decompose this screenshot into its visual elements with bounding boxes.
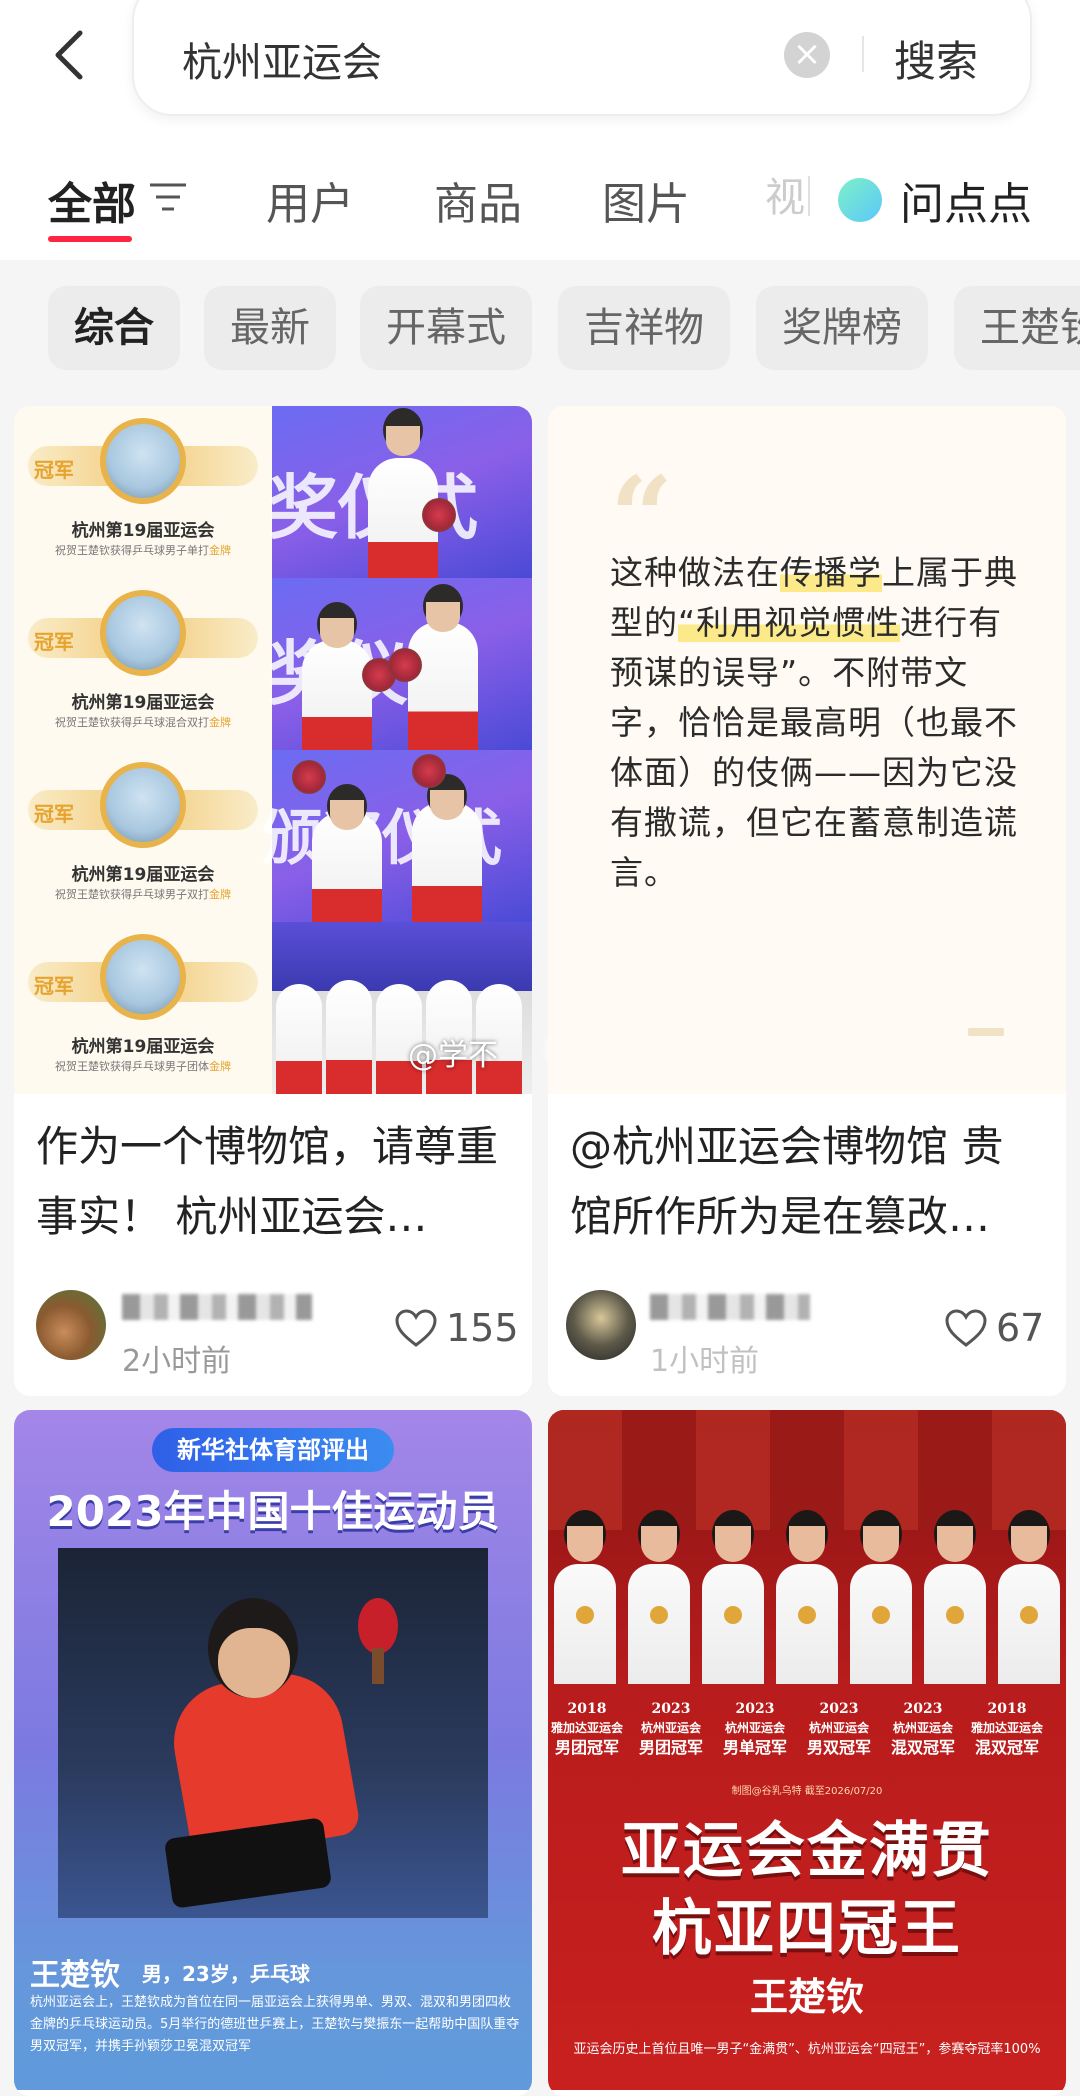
qa-label: 问点点 [900,179,1032,230]
image-watermark: @学不 [408,1038,498,1073]
note-title[interactable]: 作为一个博物馆，请尊重事实！ 杭州亚运会… [36,1112,510,1252]
medal-poster: 冠军 杭州第19届亚运会 祝贺王楚钦获得乒乓球男子单打金牌 [14,406,272,578]
note-card-4[interactable]: 2018 雅加达亚运会 男团冠军 2023 杭州亚运会 男团冠军 2023 杭州亚运会 男单… [548,1410,1066,2096]
filter-icon[interactable] [148,180,188,214]
like-button[interactable]: 67 [944,1306,1044,1350]
poster-name: 王楚钦 [749,1975,864,2019]
quote-image: “ 这种做法在传播学上属于典型的“利用视觉惯性进行有预谋的误导”。不附带文字，恰… [548,406,1066,1094]
medal-icon [100,934,186,1020]
chip-wang-chuqin[interactable]: 王楚钦 [954,286,1080,370]
clear-icon[interactable]: × [784,32,830,78]
post-time: 1小时前 [650,1344,760,1379]
tab-all[interactable]: 全部 [48,168,136,232]
filter-chips: 综合 最新 开幕式 吉祥物 奖牌榜 王楚钦 [0,260,1080,388]
medal-title: 杭州第19届亚运会 [71,865,215,885]
poster-pill: 新华社体育部评出 [152,1428,394,1472]
medal-poster: 冠军 杭州第19届亚运会 祝贺王楚钦获得乒乓球男子双打金牌 [14,750,272,922]
qa-bubble-icon [838,178,882,222]
badge-text: 冠军 [34,974,74,998]
note-card-2[interactable]: “ 这种做法在传播学上属于典型的“利用视觉惯性进行有预谋的误导”。不附带文字，恰… [548,406,1066,1396]
search-button[interactable]: 搜索 [894,28,978,89]
champion-poster: 2018 雅加达亚运会 男团冠军 2023 杭州亚运会 男团冠军 2023 杭州亚运会 男单… [548,1410,1066,2090]
tab-video-faded[interactable]: 视 [765,165,805,223]
tab-separator [808,176,810,216]
title-caption: 2018 雅加达亚运会 男团冠军 [550,1701,623,1757]
author-name-blurred[interactable] [122,1294,312,1320]
athlete-name: 王楚钦 [30,1958,120,1993]
medal-subtitle: 祝贺王楚钦获得乒乓球男子团体金牌 [55,1060,231,1073]
chip-medal-table[interactable]: 奖牌榜 [756,286,928,370]
medal-subtitle: 祝贺王楚钦获得乒乓球混合双打金牌 [55,716,231,729]
chip-latest[interactable]: 最新 [204,286,336,370]
title-caption: 2023 杭州亚运会 男单冠军 [722,1701,787,1757]
quote-text: 这种做法在传播学上属于典型的“利用视觉惯性进行有预谋的误导”。不附带文字，恰恰是… [610,553,1018,892]
badge-text: 冠军 [34,458,74,482]
poster-footnote: 亚运会历史上首位且唯一男子“金满贯”、杭州亚运会“四冠王”，参赛夺冠率100% [573,2042,1041,2057]
search-divider [862,36,864,72]
poster-headline-1: 亚运会金满贯 [621,1816,993,1886]
avatar[interactable] [36,1290,106,1360]
poster-title: 2023年中国十佳运动员 [46,1487,500,1536]
poster-headline-2: 杭亚四冠王 [652,1894,962,1964]
medal-icon [100,762,186,848]
paddle-icon [358,1598,398,1654]
medal-subtitle: 祝贺王楚钦获得乒乓球男子单打金牌 [55,544,231,557]
medal-icon [100,590,186,676]
quote-end-mark [968,1028,1004,1036]
heart-icon [395,1309,437,1347]
like-button[interactable]: 155 [394,1306,519,1350]
back-button[interactable] [40,20,100,90]
ceremony-photo: 奖仪式 [268,406,532,578]
medal-icon [100,418,186,504]
poster-source: 制图@谷乳乌特 截至2026/07/20 [731,1786,883,1797]
athlete-poster: 新华社体育部评出 2023年中国十佳运动员 王楚钦 男，23岁，乒乓球 杭州亚运… [14,1410,532,2090]
chip-mascot[interactable]: 吉祥物 [558,286,730,370]
ceremony-photo: 奖仪式 [268,578,532,750]
title-caption: 2023 杭州亚运会 男双冠军 [806,1701,871,1757]
note-card-3[interactable]: 新华社体育部评出 2023年中国十佳运动员 王楚钦 男，23岁，乒乓球 杭州亚运… [14,1410,532,2096]
athlete-meta: 男，23岁，乒乓球 [142,1962,310,1986]
active-tab-indicator [48,236,132,242]
post-time: 2小时前 [122,1344,232,1379]
ceremony-photo: 颁奖仪式 [262,750,532,922]
author-name-blurred[interactable] [650,1294,810,1320]
medal-graphics: 冠军 杭州第19届亚运会 祝贺王楚钦获得乒乓球男子单打金牌 冠军 杭州第19届亚… [14,406,272,1094]
medal-title: 杭州第19届亚运会 [71,1037,215,1057]
heart-icon [945,1309,987,1347]
tab-images[interactable]: 图片 [602,168,690,232]
tab-users[interactable]: 用户 [266,168,354,232]
chip-comprehensive[interactable]: 综合 [48,286,180,370]
note-card-1[interactable]: 冠军 杭州第19届亚运会 祝贺王楚钦获得乒乓球男子单打金牌 冠军 杭州第19届亚… [14,406,532,1396]
like-count: 155 [446,1306,519,1350]
title-caption: 2018 雅加达亚运会 混双冠军 [970,1701,1043,1757]
like-count: 67 [996,1306,1045,1350]
medal-poster: 冠军 杭州第19届亚运会 祝贺王楚钦获得乒乓球男子团体金牌 [14,922,272,1094]
medal-title: 杭州第19届亚运会 [71,693,215,713]
note-title[interactable]: @杭州亚运会博物馆 贵馆所作所为是在篡改… [570,1112,1044,1252]
search-box[interactable]: 杭州亚运会 × 搜索 [132,0,1032,116]
athlete-photo [58,1548,488,1918]
qa-button[interactable]: 问点点 [838,168,1032,232]
badge-text: 冠军 [34,630,74,654]
medal-subtitle: 祝贺王楚钦获得乒乓球男子双打金牌 [55,888,231,901]
chip-opening[interactable]: 开幕式 [360,286,532,370]
tab-products[interactable]: 商品 [434,168,522,232]
avatar[interactable] [566,1290,636,1360]
badge-text: 冠军 [34,802,74,826]
medal-title: 杭州第19届亚运会 [71,521,215,541]
athlete-description: 杭州亚运会上，王楚钦成为首位在同一届亚运会上获得男单、男双、混双和男团四枚金牌的… [30,1995,520,2054]
title-caption: 2023 杭州亚运会 混双冠军 [890,1701,955,1757]
search-input[interactable]: 杭州亚运会 [182,30,382,88]
ceremony-photos: 奖仪式 奖仪式 颁奖仪式 [262,406,532,1094]
top-bar: 杭州亚运会 × 搜索 [0,0,1080,140]
chevron-left-icon [55,30,83,80]
title-caption: 2023 杭州亚运会 男团冠军 [638,1701,703,1757]
medal-poster: 冠军 杭州第19届亚运会 祝贺王楚钦获得乒乓球混合双打金牌 [14,578,272,750]
